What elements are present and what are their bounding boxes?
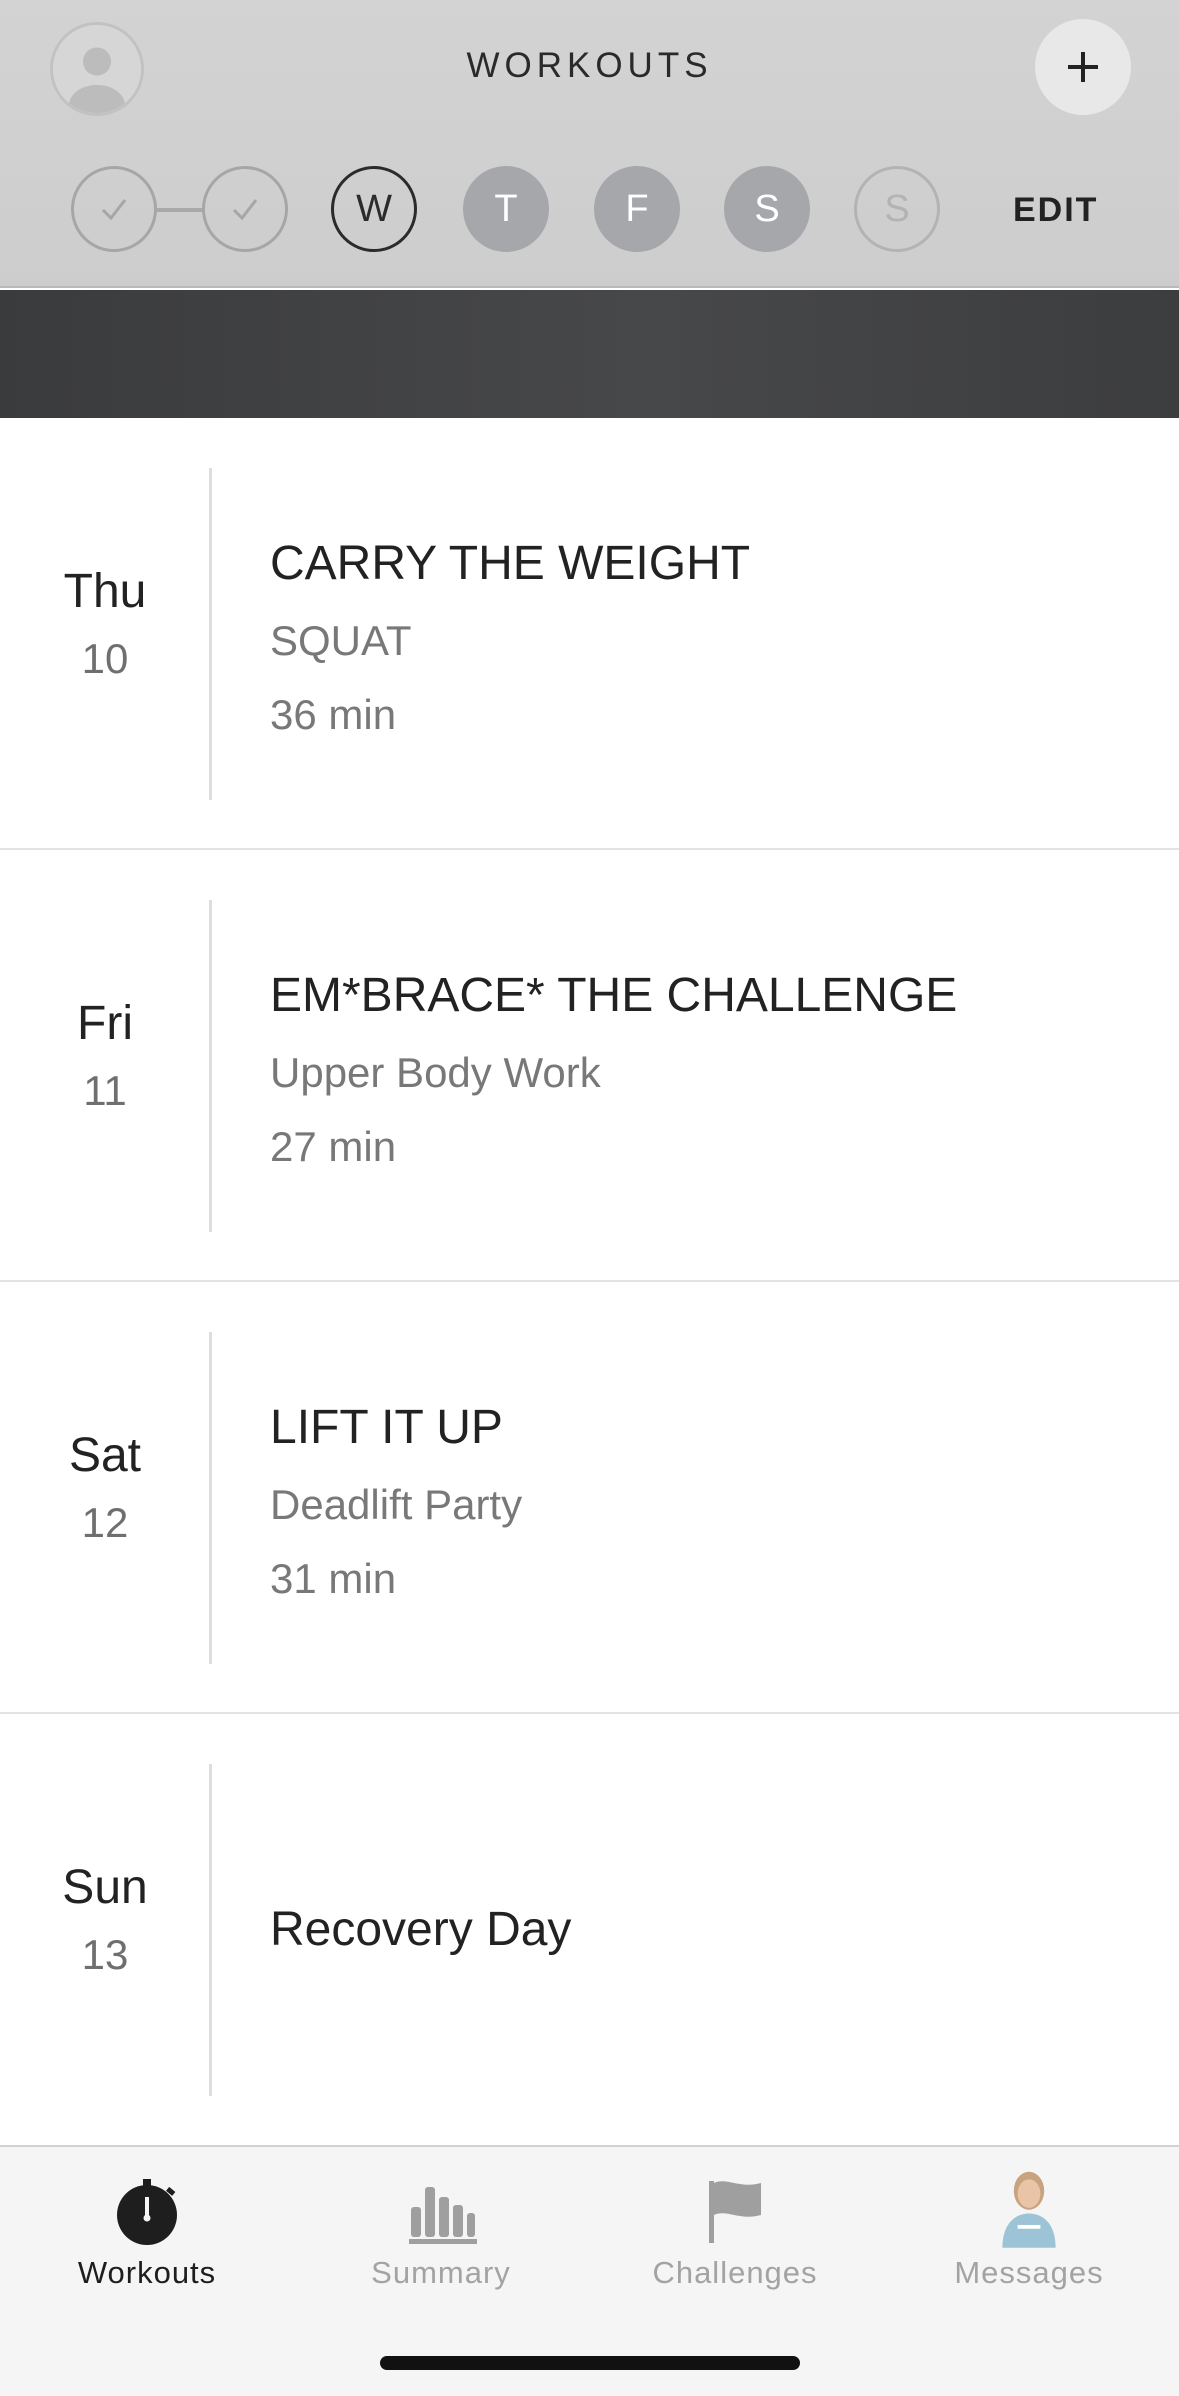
- tab-summary[interactable]: Summary: [294, 2147, 588, 2347]
- bar-chart-icon: [409, 2187, 477, 2244]
- date-block: Sat 12: [0, 1428, 210, 1547]
- workout-duration: 36 min: [270, 691, 397, 738]
- date-block: Fri 11: [0, 996, 210, 1115]
- tab-label: Workouts: [77, 2255, 217, 2290]
- workout-duration: 27 min: [270, 1123, 397, 1170]
- workout-name: Recovery Day: [270, 1903, 572, 1956]
- day-number: 11: [83, 1067, 127, 1114]
- workout-subtitle: SQUAT: [270, 617, 412, 664]
- workout-row[interactable]: Sun 13 Recovery Day: [0, 1714, 1179, 2146]
- check-icon: [101, 199, 127, 221]
- tab-workouts[interactable]: Workouts: [0, 2147, 294, 2347]
- coach-avatar-icon: [1002, 2171, 1056, 2248]
- workout-subtitle: Upper Body Work: [270, 1049, 601, 1096]
- workout-duration: 31 min: [270, 1555, 397, 1602]
- workout-name: LIFT IT UP: [270, 1401, 503, 1454]
- edit-button[interactable]: EDIT: [1013, 191, 1098, 230]
- tab-challenges[interactable]: Challenges: [588, 2147, 882, 2347]
- tab-label: Summary: [371, 2255, 511, 2290]
- tab-messages[interactable]: Messages: [882, 2147, 1176, 2347]
- day-circle-fri[interactable]: F: [594, 166, 680, 252]
- day-of-week: Sat: [68, 1429, 142, 1482]
- week-day-strip: W T F S S EDIT: [0, 166, 1179, 256]
- workout-subtitle: Deadlift Party: [270, 1481, 523, 1528]
- top-header: WORKOUTS W T F S S EDIT: [0, 0, 1179, 288]
- stopwatch-icon: [117, 2179, 177, 2245]
- check-icon: [232, 199, 258, 221]
- day-of-week: Sun: [62, 1861, 148, 1914]
- workout-info: Recovery Day: [270, 1902, 571, 1957]
- tab-label: Challenges: [652, 2255, 818, 2290]
- day-number: 13: [81, 1931, 129, 1978]
- row-divider: [209, 1764, 212, 2096]
- flag-icon: [709, 2181, 761, 2243]
- row-divider: [209, 468, 212, 800]
- row-divider: [209, 900, 212, 1232]
- date-block: Sun 13: [0, 1860, 210, 1979]
- day-of-week: Fri: [77, 997, 133, 1050]
- day-circle-sun[interactable]: S: [854, 166, 940, 252]
- hero-banner: [0, 290, 1179, 418]
- plus-icon: [1068, 52, 1098, 82]
- day-circle-tue[interactable]: [202, 166, 288, 252]
- date-block: Thu 10: [0, 564, 210, 683]
- day-circle-mon[interactable]: [71, 166, 157, 252]
- workout-info: CARRY THE WEIGHT SQUAT 36 min: [270, 536, 750, 739]
- day-of-week: Thu: [63, 565, 147, 618]
- tab-label: Messages: [954, 2255, 1104, 2290]
- workout-name: CARRY THE WEIGHT: [270, 537, 751, 590]
- workout-info: LIFT IT UP Deadlift Party 31 min: [270, 1400, 522, 1603]
- day-circle-wed[interactable]: W: [331, 166, 417, 252]
- day-number: 12: [81, 1499, 129, 1546]
- workout-list: Thu 10 CARRY THE WEIGHT SQUAT 36 min Fri…: [0, 418, 1179, 2146]
- workout-name: EM*BRACE* THE CHALLENGE: [270, 969, 958, 1022]
- add-workout-button[interactable]: [1035, 19, 1131, 115]
- page-title: WORKOUTS: [466, 46, 713, 85]
- row-divider: [209, 1332, 212, 1664]
- day-connector: [157, 208, 203, 212]
- workout-info: EM*BRACE* THE CHALLENGE Upper Body Work …: [270, 968, 957, 1171]
- day-number: 10: [81, 635, 129, 682]
- home-indicator: [380, 2356, 800, 2370]
- workout-row[interactable]: Thu 10 CARRY THE WEIGHT SQUAT 36 min: [0, 418, 1179, 850]
- day-circle-thu[interactable]: T: [463, 166, 549, 252]
- workout-row[interactable]: Sat 12 LIFT IT UP Deadlift Party 31 min: [0, 1282, 1179, 1714]
- day-circle-sat[interactable]: S: [724, 166, 810, 252]
- workout-row[interactable]: Fri 11 EM*BRACE* THE CHALLENGE Upper Bod…: [0, 850, 1179, 1282]
